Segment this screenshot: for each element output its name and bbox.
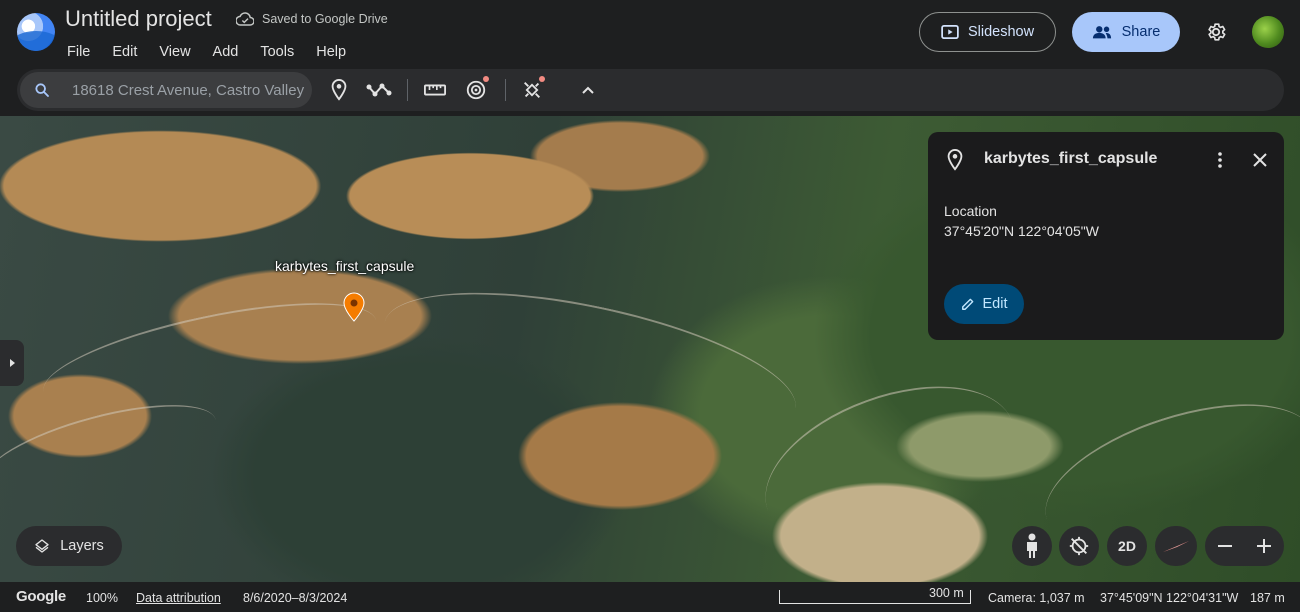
placemark-icon [947, 149, 963, 171]
zoom-control [1205, 526, 1284, 566]
new-feature-dot [483, 76, 489, 82]
gear-icon [1208, 23, 1226, 41]
chevron-right-icon [10, 359, 15, 367]
compass-icon [1163, 541, 1189, 552]
more-vert-icon [1218, 152, 1222, 168]
search-box [20, 72, 312, 108]
cursor-elevation: 187 m [1250, 591, 1285, 605]
slideshow-label: Slideshow [967, 24, 1035, 40]
menu-tools[interactable]: Tools [249, 42, 305, 62]
placemark-info-card: karbytes_first_capsule Location 37°45'20… [928, 132, 1284, 340]
street-view-button[interactable] [1012, 526, 1052, 566]
menu-add[interactable]: Add [202, 42, 250, 62]
toolbar [17, 69, 1284, 111]
new-feature-dot [539, 76, 545, 82]
view-mode-label: 2D [1118, 538, 1136, 554]
edit-label: Edit [982, 296, 1008, 312]
compass-button[interactable] [1155, 526, 1197, 566]
reset-tilt-button[interactable] [1059, 526, 1099, 566]
layers-icon [35, 539, 49, 553]
zoom-in-button[interactable] [1247, 528, 1281, 564]
map-trail [372, 263, 808, 469]
settings-button[interactable] [1201, 17, 1231, 47]
edit-button[interactable]: Edit [944, 284, 1024, 324]
save-status: Saved to Google Drive [236, 12, 388, 26]
pegman-icon [1027, 533, 1037, 558]
scale-bar [779, 590, 971, 604]
search-input[interactable] [64, 81, 308, 99]
layers-button[interactable]: Layers [16, 526, 122, 566]
placemark-label: karbytes_first_capsule [275, 258, 415, 274]
share-label: Share [1121, 24, 1161, 40]
slideshow-button[interactable]: Slideshow [919, 12, 1056, 52]
menu-file[interactable]: File [56, 42, 101, 62]
account-avatar[interactable] [1252, 16, 1284, 48]
location-coordinates: 37°45'20"N 122°04'05"W [944, 223, 1099, 239]
status-bar: Google 100% Data attribution 8/6/2020–8/… [0, 582, 1300, 612]
cloud-done-icon [236, 12, 254, 26]
expand-panel-button[interactable] [0, 340, 24, 386]
zoom-level: 100% [86, 591, 118, 605]
zoom-out-button[interactable] [1208, 528, 1242, 564]
camera-altitude: Camera: 1,037 m [988, 591, 1085, 605]
placemark-pin-icon[interactable] [343, 292, 365, 322]
pencil-icon [961, 298, 973, 310]
plus-icon [1257, 539, 1272, 553]
add-placemark-button[interactable] [324, 75, 354, 105]
more-options-button[interactable] [1210, 148, 1230, 172]
project-title[interactable]: Untitled project [65, 6, 212, 32]
minus-icon [1217, 545, 1232, 547]
search-icon[interactable] [20, 82, 64, 98]
menu-edit[interactable]: Edit [101, 42, 148, 62]
location-label: Location [944, 203, 997, 219]
menu-view[interactable]: View [148, 42, 201, 62]
collapse-toolbar-button[interactable] [573, 75, 603, 105]
imagery-dates: 8/6/2020–8/3/2024 [243, 591, 348, 605]
card-title: karbytes_first_capsule [984, 150, 1158, 167]
google-logo: Google [16, 588, 66, 605]
slideshow-icon [941, 25, 959, 39]
menu-bar: File Edit View Add Tools Help [56, 42, 357, 62]
menu-help[interactable]: Help [305, 42, 357, 62]
toolbar-divider [407, 79, 408, 101]
path-icon [366, 83, 392, 97]
ruler-icon [424, 84, 446, 96]
close-icon [1253, 153, 1267, 167]
people-icon [1092, 26, 1111, 39]
share-button[interactable]: Share [1072, 12, 1180, 52]
history-icon [466, 80, 486, 100]
save-status-text: Saved to Google Drive [262, 12, 388, 26]
map-style-button[interactable] [517, 75, 547, 105]
data-attribution-link[interactable]: Data attribution [136, 591, 221, 605]
satellite-icon [524, 82, 540, 98]
cursor-coordinates: 37°45'09"N 122°04'31"W [1100, 591, 1239, 605]
toolbar-divider [505, 79, 506, 101]
layers-label: Layers [60, 538, 104, 554]
map-trail [35, 281, 385, 431]
chevron-up-icon [582, 86, 594, 94]
top-bar: Untitled project Saved to Google Drive F… [0, 0, 1300, 116]
measure-button[interactable] [420, 75, 450, 105]
earth-logo-icon[interactable] [17, 13, 55, 51]
gps-off-icon [1069, 536, 1089, 556]
2d-toggle-button[interactable]: 2D [1107, 526, 1147, 566]
close-card-button[interactable] [1248, 148, 1272, 172]
historical-imagery-button[interactable] [461, 75, 491, 105]
draw-path-button[interactable] [364, 75, 394, 105]
placemark-icon [331, 79, 347, 101]
